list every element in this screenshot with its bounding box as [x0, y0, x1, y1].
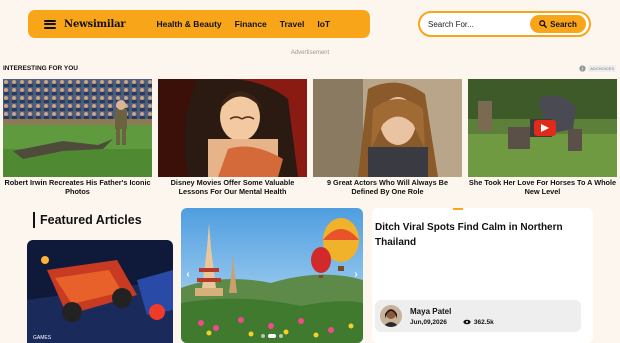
- rec-card-title: She Took Her Love For Horses To A Whole …: [468, 178, 617, 196]
- carousel-dot[interactable]: [261, 334, 265, 338]
- author-meta: Maya Patel Jun,09,2026 362.5k: [410, 307, 494, 326]
- search-input[interactable]: [428, 19, 528, 29]
- carousel-prev-arrow-icon[interactable]: ‹: [183, 266, 193, 282]
- article-stats: Jun,09,2026 362.5k: [410, 319, 494, 326]
- rec-card-image: [158, 79, 307, 177]
- nav-iot[interactable]: IoT: [317, 19, 330, 29]
- rec-card-title: Disney Movies Offer Some Valuable Lesson…: [170, 178, 295, 196]
- rec-card-image: [3, 79, 152, 177]
- adchoices-icon: i: [579, 65, 586, 72]
- featured-article-image[interactable]: GAMES: [27, 240, 173, 343]
- carousel-dot-active[interactable]: [268, 334, 276, 338]
- accent-line: [453, 208, 463, 210]
- rec-card[interactable]: She Took Her Love For Horses To A Whole …: [468, 79, 617, 199]
- main-nav: Health & Beauty Finance Travel IoT: [156, 19, 330, 29]
- article-title[interactable]: Ditch Viral Spots Find Calm in Northern …: [375, 220, 585, 250]
- rec-card-image: [313, 79, 462, 177]
- carousel-dots: [181, 334, 363, 338]
- recommendation-cards: Robert Irwin Recreates His Father's Icon…: [3, 79, 617, 199]
- adchoices-text: ADCHOICES: [588, 65, 616, 72]
- carousel-dot[interactable]: [279, 334, 283, 338]
- article-card: Ditch Viral Spots Find Calm in Northern …: [372, 208, 593, 343]
- top-navbar: Newsimilar Health & Beauty Finance Trave…: [28, 10, 370, 38]
- rec-card-title: Robert Irwin Recreates His Father's Icon…: [4, 178, 151, 196]
- rec-card[interactable]: Robert Irwin Recreates His Father's Icon…: [3, 79, 152, 199]
- carousel-image[interactable]: [181, 208, 363, 343]
- heading-bar: [33, 212, 35, 228]
- svg-text:i: i: [582, 66, 583, 72]
- rec-card-title: 9 Great Actors Who Will Always Be Define…: [326, 178, 449, 196]
- search-icon: [539, 20, 548, 28]
- rec-card-image: [468, 79, 617, 177]
- nav-health-beauty[interactable]: Health & Beauty: [156, 19, 221, 29]
- carousel-next-arrow-icon[interactable]: ›: [351, 266, 361, 282]
- avatar[interactable]: [380, 305, 402, 327]
- nav-travel[interactable]: Travel: [280, 19, 305, 29]
- view-count: 362.5k: [463, 319, 494, 326]
- adchoices-badge[interactable]: i ADCHOICES: [579, 65, 616, 72]
- search-bar: Search: [418, 11, 591, 37]
- rec-card[interactable]: Disney Movies Offer Some Valuable Lesson…: [158, 79, 307, 199]
- hero-carousel: ‹ ›: [181, 208, 363, 343]
- view-count-value: 362.5k: [473, 318, 494, 326]
- advertisement-label: Advertisement: [290, 50, 330, 56]
- author-box: Maya Patel Jun,09,2026 362.5k: [375, 300, 581, 332]
- search-button[interactable]: Search: [530, 15, 586, 33]
- featured-heading: Featured Articles: [33, 212, 142, 228]
- hamburger-menu-icon[interactable]: [44, 19, 56, 29]
- interesting-heading: INTERESTING FOR YOU: [3, 65, 78, 72]
- site-logo[interactable]: Newsimilar: [64, 19, 126, 30]
- publish-date: Jun,09,2026: [410, 318, 447, 326]
- nav-finance[interactable]: Finance: [235, 19, 267, 29]
- author-name[interactable]: Maya Patel: [410, 307, 494, 316]
- rec-card[interactable]: 9 Great Actors Who Will Always Be Define…: [313, 79, 462, 199]
- search-button-label: Search: [550, 19, 577, 29]
- eye-icon: [463, 319, 471, 325]
- featured-image-tag: GAMES: [33, 335, 52, 341]
- featured-title: Featured Articles: [40, 213, 142, 227]
